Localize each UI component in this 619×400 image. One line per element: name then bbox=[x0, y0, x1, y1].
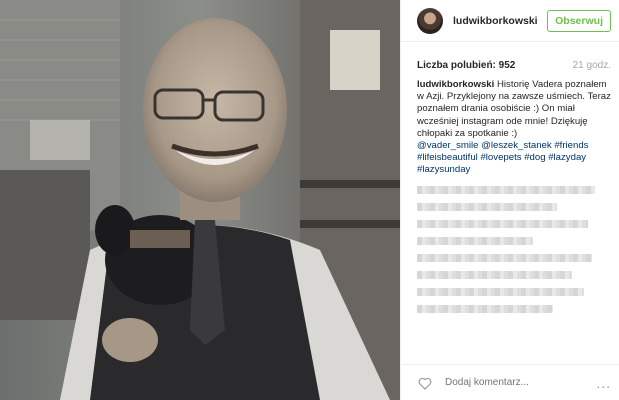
blurred-comment bbox=[417, 270, 573, 279]
comment-input[interactable] bbox=[443, 376, 597, 389]
follow-button[interactable]: Obserwuj bbox=[547, 9, 611, 32]
blurred-comment bbox=[417, 304, 553, 313]
likes-count[interactable]: Liczba polubień: 952 bbox=[417, 60, 515, 71]
blurred-comments bbox=[417, 185, 611, 313]
username-link[interactable]: ludwikborkowski bbox=[453, 15, 547, 27]
post-photo[interactable] bbox=[0, 0, 400, 400]
post-sidebar: ludwikborkowski Obserwuj Liczba polubień… bbox=[400, 0, 619, 400]
caption-author-link[interactable]: ludwikborkowski bbox=[417, 79, 494, 90]
caption-tags-line-2[interactable]: #lifeisbeautiful #lovepets #dog #lazyday bbox=[417, 152, 586, 163]
post-time[interactable]: 21 godz. bbox=[573, 60, 611, 71]
heart-icon[interactable] bbox=[417, 375, 433, 391]
blurred-comment bbox=[417, 287, 584, 296]
blurred-comment bbox=[417, 202, 557, 211]
avatar[interactable] bbox=[417, 7, 443, 34]
comment-bar: ... bbox=[401, 364, 619, 400]
post-meta: Liczba polubień: 952 21 godz. bbox=[401, 42, 619, 71]
blurred-comment bbox=[417, 185, 596, 194]
blurred-comment bbox=[417, 219, 588, 228]
blurred-comment bbox=[417, 236, 534, 245]
post-header: ludwikborkowski Obserwuj bbox=[401, 0, 619, 42]
blurred-comment bbox=[417, 253, 592, 262]
more-options-icon[interactable]: ... bbox=[596, 375, 611, 391]
instagram-post: ludwikborkowski Obserwuj Liczba polubień… bbox=[0, 0, 619, 400]
photo-image bbox=[0, 0, 400, 400]
caption-tags-line-1[interactable]: @vader_smile @leszek_stanek #friends bbox=[417, 140, 588, 151]
post-caption: ludwikborkowski Historię Vadera poznałem… bbox=[401, 71, 619, 177]
caption-tags-line-3[interactable]: #lazysunday bbox=[417, 164, 470, 175]
